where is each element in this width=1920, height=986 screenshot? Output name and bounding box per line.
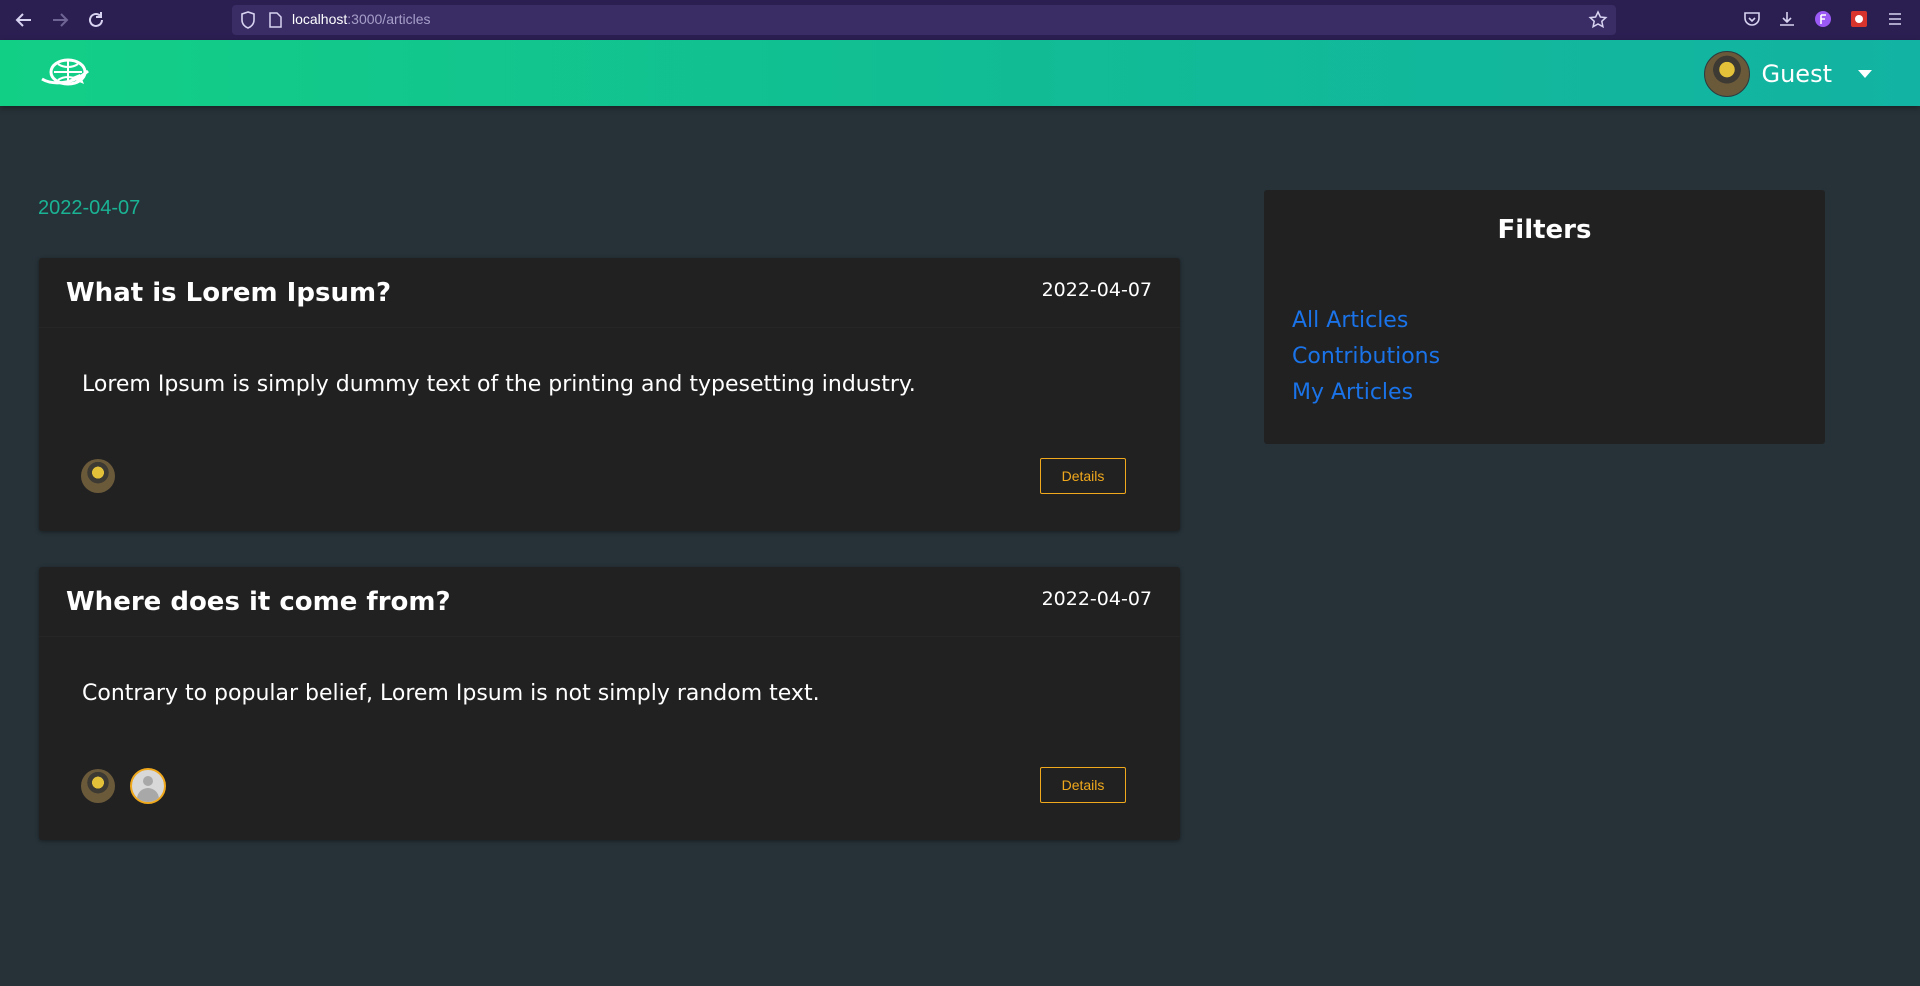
article-summary: Lorem Ipsum is simply dummy text of the …	[82, 372, 916, 397]
reload-icon[interactable]	[84, 8, 108, 32]
logo-icon[interactable]	[40, 52, 92, 92]
shield-icon[interactable]	[240, 11, 256, 33]
default-user-avatar[interactable]	[130, 768, 166, 804]
user-menu[interactable]: Guest	[1703, 50, 1872, 98]
bookmark-star-icon[interactable]	[1588, 10, 1608, 34]
filter-link-contributions[interactable]: Contributions	[1292, 344, 1440, 369]
page-icon	[268, 12, 282, 32]
avatar-body-shape	[137, 788, 159, 802]
details-button[interactable]: Details	[1040, 767, 1126, 803]
browser-toolbar: localhost:3000/articles	[0, 0, 1920, 40]
address-bar[interactable]: localhost:3000/articles	[232, 5, 1616, 35]
filter-link-all-articles[interactable]: All Articles	[1292, 308, 1408, 333]
back-icon[interactable]	[12, 8, 36, 32]
article-title: Where does it come from?	[66, 587, 451, 617]
filters-title: Filters	[1497, 215, 1592, 245]
article-summary: Contrary to popular belief, Lorem Ipsum …	[82, 681, 820, 706]
article-card-header: What is Lorem Ipsum? 2022-04-07	[39, 258, 1180, 328]
filter-link-my-articles[interactable]: My Articles	[1292, 380, 1413, 405]
article-card-header: Where does it come from? 2022-04-07	[39, 567, 1180, 637]
filters-panel: Filters All Articles Contributions My Ar…	[1264, 190, 1825, 444]
forward-icon[interactable]	[48, 8, 72, 32]
article-date: 2022-04-07	[1041, 588, 1152, 610]
user-avatar[interactable]	[1703, 51, 1750, 97]
url-path: :3000/articles	[347, 11, 431, 27]
url-host: localhost	[292, 11, 348, 27]
menu-icon[interactable]	[1884, 8, 1906, 30]
article-card: What is Lorem Ipsum? 2022-04-07 Lorem Ip…	[39, 258, 1180, 531]
user-name[interactable]: Guest	[1762, 60, 1833, 88]
extension-icon[interactable]	[1848, 8, 1870, 30]
account-icon[interactable]	[1812, 8, 1834, 30]
pocket-icon[interactable]	[1741, 8, 1763, 30]
article-date: 2022-04-07	[1041, 279, 1152, 301]
article-card: Where does it come from? 2022-04-07 Cont…	[39, 567, 1180, 840]
app-header: Guest	[0, 40, 1920, 106]
contributor-avatar[interactable]	[81, 769, 115, 803]
details-button[interactable]: Details	[1040, 458, 1126, 494]
article-contributors	[81, 459, 130, 493]
downloads-icon[interactable]	[1776, 8, 1798, 30]
chevron-down-icon[interactable]	[1858, 70, 1872, 78]
contributor-avatar[interactable]	[81, 459, 115, 493]
url-text[interactable]: localhost:3000/articles	[292, 11, 431, 27]
avatar-head-shape	[143, 776, 153, 786]
article-contributors	[81, 768, 166, 804]
date-group-heading: 2022-04-07	[38, 197, 141, 219]
article-title: What is Lorem Ipsum?	[66, 278, 392, 308]
